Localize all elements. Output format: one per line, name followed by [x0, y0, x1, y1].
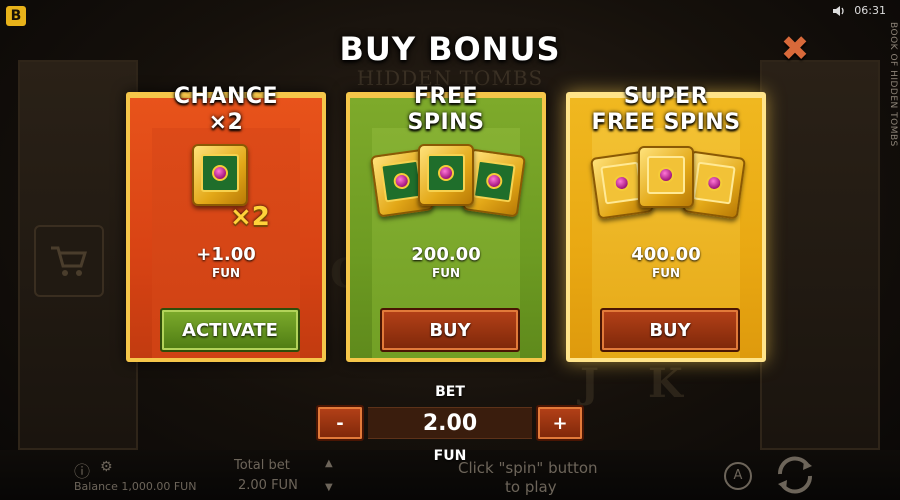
bet-decrease-button[interactable]: -	[316, 405, 364, 441]
multiplier-label: ×2	[230, 202, 270, 232]
buy-super-free-spins-button[interactable]: BUY	[600, 308, 740, 352]
scarab-gem-icon	[212, 165, 228, 181]
bet-value: 2.00	[368, 407, 532, 439]
spin-hint-line1: Click "spin" button	[458, 459, 598, 477]
scarab-gem-icon	[612, 173, 631, 193]
bet-down-arrow-icon[interactable]: ▼	[325, 482, 333, 493]
bet-currency: FUN	[433, 448, 467, 464]
book-icon	[192, 144, 248, 206]
status-bar: 06:31	[832, 4, 886, 17]
book-icon	[418, 144, 474, 206]
info-icon[interactable]: ⓘ	[74, 458, 90, 482]
cart-icon	[51, 246, 88, 276]
total-bet-value: 2.00 FUN	[238, 478, 298, 493]
option-currency: FUN	[432, 266, 460, 280]
option-price: 200.00	[411, 244, 481, 265]
card-title-line: FREE	[413, 84, 479, 109]
scarab-gem-icon	[485, 171, 504, 191]
chance-x2-card: CHANCE ×2 ×2 +1.00 FUN ACTIVATE	[126, 84, 326, 362]
bet-label: BET	[435, 384, 465, 400]
card-title: CHANCE ×2	[130, 84, 322, 136]
option-price: +1.00	[196, 244, 256, 265]
card-title-line: CHANCE	[173, 84, 279, 109]
settings-gear-icon[interactable]: ⚙	[100, 459, 113, 475]
scarab-gem-icon	[658, 167, 674, 183]
spin-hint-line2: to play	[505, 478, 557, 496]
card-title-line: ×2	[208, 110, 244, 135]
scarab-gem-icon	[392, 171, 411, 191]
close-icon[interactable]: ✖	[780, 32, 810, 66]
scarab-gem-icon	[438, 165, 454, 181]
buy-free-spins-button[interactable]: BUY	[380, 308, 520, 352]
option-currency: FUN	[212, 266, 240, 280]
card-title-line: SUPER	[623, 84, 709, 109]
bet-up-arrow-icon[interactable]: ▲	[325, 458, 333, 469]
super-free-spins-card: SUPER FREE SPINS 400.00 FUN BUY	[566, 84, 766, 362]
card-title: SUPER FREE SPINS	[570, 84, 762, 136]
option-currency: FUN	[652, 266, 680, 280]
balance-text: Balance 1,000.00 FUN	[74, 480, 197, 493]
bet-increase-button[interactable]: +	[536, 405, 584, 441]
card-title-line: FREE SPINS	[591, 110, 741, 135]
total-bet-label: Total bet	[234, 458, 290, 473]
provider-logo: B	[6, 6, 26, 26]
clock-time: 06:31	[854, 4, 886, 17]
scarab-gem-icon	[705, 173, 724, 193]
buy-bonus-title: BUY BONUS	[339, 30, 561, 68]
card-title: FREE SPINS	[350, 84, 542, 136]
book-icon	[638, 146, 694, 208]
activate-button[interactable]: ACTIVATE	[160, 308, 300, 352]
autoplay-button[interactable]: A	[724, 462, 752, 490]
bet-selector: - 2.00 +	[316, 405, 584, 443]
shop-cart-button[interactable]	[34, 225, 104, 297]
spin-icon[interactable]	[772, 454, 818, 500]
option-price: 400.00	[631, 244, 701, 265]
card-title-line: SPINS	[407, 110, 485, 135]
speaker-icon[interactable]	[832, 5, 846, 17]
free-spins-card: FREE SPINS 200.00 FUN BUY	[346, 84, 546, 362]
